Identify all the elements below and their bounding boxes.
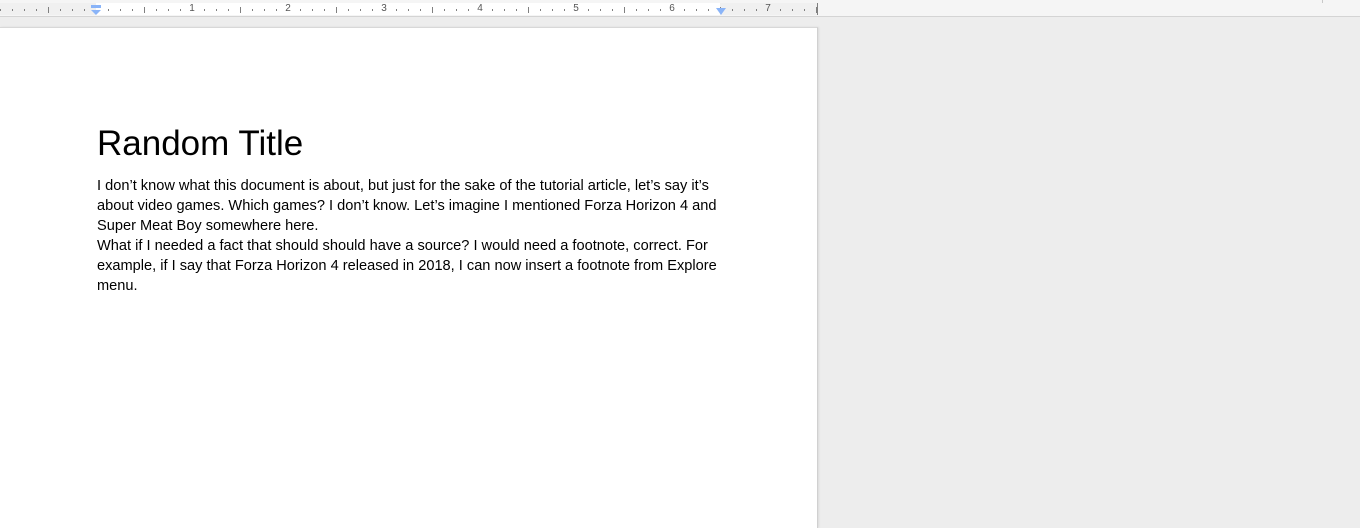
ruler-tick [228,9,229,11]
ruler-tick [612,9,613,11]
ruler-tick [276,9,277,11]
ruler-tick [204,9,205,11]
ruler-tick [516,9,517,11]
ruler-tick [216,9,217,11]
ruler-tick [132,9,133,11]
ruler-tick [504,9,505,11]
ruler-number-3: 3 [381,3,387,14]
ruler-number-2: 2 [285,3,291,14]
paragraph-2[interactable]: What if I needed a fact that should shou… [97,236,725,296]
ruler-tick [36,9,37,11]
ruler-tick [156,9,157,11]
ruler-tick [12,9,13,11]
ruler-number-1: 1 [189,3,195,14]
ruler-tick [780,9,781,11]
ruler-tick [240,7,241,13]
ruler-tick [660,9,661,11]
ruler-tick [252,9,253,11]
ruler-tick [408,9,409,11]
ruler-number-7: 7 [765,3,771,14]
ruler-tick [84,9,85,11]
horizontal-ruler[interactable]: 1 2 3 4 5 6 7 [0,0,1360,17]
document-body[interactable]: I don’t know what this document is about… [97,176,725,296]
ruler-tick [48,7,49,13]
ruler-tick [432,7,433,13]
ruler-tick [636,9,637,11]
ruler-number-4: 4 [477,3,483,14]
ruler-tick [456,9,457,11]
ruler-tick [60,9,61,11]
ruler-tick [528,7,529,13]
ruler-tick [396,9,397,11]
ruler-tick [312,9,313,11]
ruler-tick [696,9,697,11]
ruler-tick [300,9,301,11]
vertical-scrollbar[interactable] [1352,17,1360,512]
ruler-tick [120,9,121,11]
first-line-indent-icon[interactable] [90,5,102,15]
ruler-tick [324,9,325,11]
ruler-tick [180,9,181,11]
ruler-tick [168,9,169,11]
ruler-tick [804,9,805,11]
paragraph-1[interactable]: I don’t know what this document is about… [97,176,725,236]
ruler-tick [756,9,757,11]
ruler-tick [540,9,541,11]
ruler-tick [0,9,1,11]
ruler-tick [492,9,493,11]
ruler-tick [732,9,733,11]
right-indent-icon[interactable] [715,7,727,16]
ruler-divider [1322,0,1323,3]
ruler-tick [144,7,145,13]
ruler-tick [372,9,373,11]
ruler-tick [792,9,793,11]
ruler-tick [600,9,601,11]
ruler-tick [468,9,469,11]
ruler-tick [648,9,649,11]
ruler-end-line [817,3,818,15]
ruler-number-6: 6 [669,3,675,14]
ruler-tick [444,9,445,11]
ruler-tick [684,9,685,11]
document-title[interactable]: Random Title [97,124,303,164]
ruler-tick [552,9,553,11]
ruler-tick [108,9,109,11]
ruler-number-5: 5 [573,3,579,14]
ruler-tick [588,9,589,11]
document-page[interactable]: Random Title I don’t know what this docu… [0,27,818,528]
ruler-tick [744,9,745,11]
ruler-tick [264,9,265,11]
ruler-tick [624,7,625,13]
ruler-tick [24,9,25,11]
ruler-tick [72,9,73,11]
ruler-tick [420,9,421,11]
ruler-tick [348,9,349,11]
ruler-tick [708,9,709,11]
ruler-tick [360,9,361,11]
ruler-tick [564,9,565,11]
ruler-tick [336,7,337,13]
